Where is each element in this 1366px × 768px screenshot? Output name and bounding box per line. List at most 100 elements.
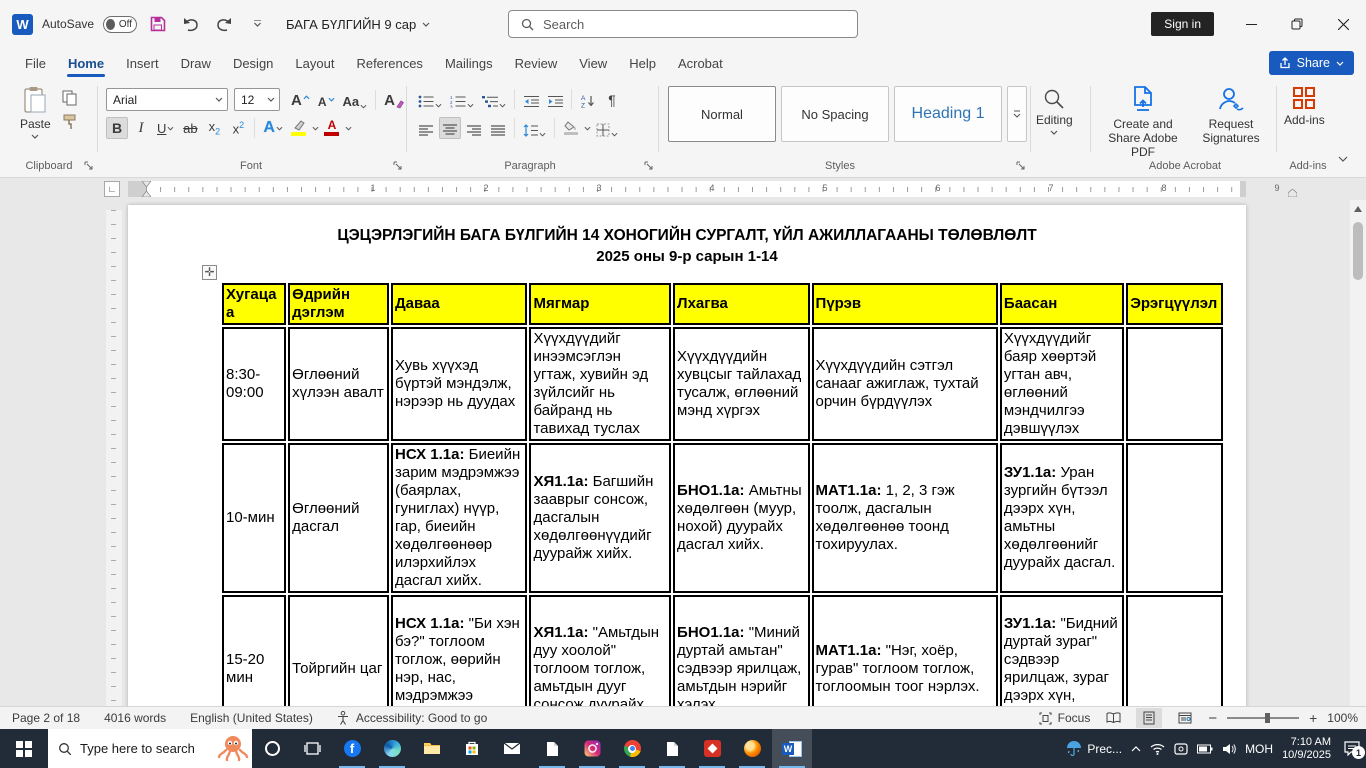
taskbar-search-input[interactable]: Type here to search (48, 729, 252, 768)
table-cell[interactable]: 15-20 мин (222, 595, 287, 706)
zoom-out-button[interactable]: − (1208, 710, 1217, 727)
language-indicator[interactable]: МОН (1245, 742, 1273, 756)
header-cell[interactable]: Эрэгцүүлэл (1126, 283, 1223, 325)
sort-button[interactable]: AZ (577, 88, 599, 110)
header-cell[interactable]: Хугацаа (222, 283, 287, 325)
tab-file[interactable]: File (14, 48, 57, 78)
share-button[interactable]: Share (1268, 51, 1354, 75)
font-color-button[interactable]: A (321, 117, 343, 139)
vertical-ruler[interactable] (106, 210, 122, 706)
table-cell[interactable]: НСХ 1.1а: "Би хэн бэ?" тоглоом тоглож, ө… (390, 595, 528, 706)
table-cell[interactable] (1126, 327, 1223, 441)
table-move-handle[interactable]: ✛ (202, 265, 217, 280)
page-indicator[interactable]: Page 2 of 18 (0, 711, 92, 725)
underline-button[interactable]: U (154, 117, 177, 139)
table-cell[interactable]: Тойргийн цаг (288, 595, 389, 706)
shading-button[interactable] (560, 117, 582, 139)
request-signatures-button[interactable]: Request Signatures (1192, 86, 1270, 145)
tab-mailings[interactable]: Mailings (434, 48, 504, 78)
numbering-button[interactable]: 123 (447, 88, 477, 110)
table-cell[interactable]: Хүүхдүүдийн сэтгэл санааг ажиглаж, тухта… (811, 327, 998, 441)
create-share-pdf-button[interactable]: Create and Share Adobe PDF (1100, 86, 1186, 159)
table-cell[interactable]: БНО1.1а: Амьтны хөдөлгөөн (муур, нохой) … (673, 443, 810, 593)
table-cell[interactable]: МАТ1.1а: 1, 2, 3 гэж тоолж, дасгалын хөд… (811, 443, 998, 593)
indent-marker[interactable] (142, 181, 151, 197)
save-button[interactable] (146, 12, 170, 36)
autosave-toggle[interactable]: Off (103, 15, 138, 33)
paste-button[interactable]: Paste (20, 86, 51, 139)
right-indent-marker[interactable] (1288, 189, 1297, 197)
undo-button[interactable] (179, 12, 203, 36)
ink-workspace-icon[interactable] (1174, 742, 1188, 755)
line-spacing-button[interactable] (520, 117, 549, 139)
taskbar-app-chrome[interactable] (612, 729, 652, 768)
task-view-button[interactable] (292, 729, 332, 768)
document-title[interactable]: БАГА БҮЛГИЙН 9 сар (286, 17, 430, 32)
scroll-up-arrow[interactable] (1354, 206, 1362, 212)
table-cell[interactable]: Хувь хүүхэд бүртэй мэндэлж, нэрээр нь ду… (390, 327, 528, 441)
addins-button[interactable]: Add-ins (1284, 86, 1325, 127)
text-effects-button[interactable]: A (260, 117, 286, 139)
taskbar-app-facebook[interactable]: f (332, 729, 372, 768)
vertical-scrollbar[interactable] (1350, 200, 1366, 706)
table-cell[interactable]: Хүүхдүүдийг инээмсэглэн угтаж, хувийн эд… (529, 327, 672, 441)
tab-references[interactable]: References (345, 48, 433, 78)
table-cell[interactable]: Хүүхдүүдийн хувцсыг тайлахад тусалж, өгл… (673, 327, 810, 441)
tab-selector[interactable]: ∟ (104, 181, 120, 197)
document-heading-line2[interactable]: 2025 оны 9-р сарын 1-14 (128, 248, 1246, 265)
style-no-spacing[interactable]: No Spacing (781, 86, 889, 142)
hidden-icons-chevron[interactable] (1131, 745, 1141, 752)
redo-button[interactable] (212, 12, 236, 36)
justify-button[interactable] (487, 117, 509, 139)
taskbar-app-instagram[interactable] (572, 729, 612, 768)
tab-acrobat[interactable]: Acrobat (667, 48, 734, 78)
taskbar-app-red-diamond[interactable] (692, 729, 732, 768)
header-cell[interactable]: Лхагва (673, 283, 810, 325)
superscript-button[interactable]: x2 (227, 117, 249, 139)
table-cell[interactable]: БНО1.1а: "Миний дуртай амьтан" сэдвээр я… (673, 595, 810, 706)
font-family-combobox[interactable]: Arial (106, 88, 228, 111)
copy-button[interactable] (62, 90, 78, 106)
taskbar-app-firefox[interactable] (732, 729, 772, 768)
format-painter-button[interactable] (62, 114, 78, 130)
tab-insert[interactable]: Insert (115, 48, 170, 78)
taskbar-app-mail[interactable] (492, 729, 532, 768)
close-button[interactable] (1320, 0, 1366, 48)
start-button[interactable] (0, 729, 48, 768)
tab-home[interactable]: Home (57, 48, 115, 78)
header-cell[interactable]: Мягмар (529, 283, 672, 325)
tab-layout[interactable]: Layout (284, 48, 345, 78)
read-mode-button[interactable] (1100, 708, 1126, 728)
styles-dialog-launcher[interactable] (1016, 161, 1026, 171)
language-indicator[interactable]: English (United States) (178, 711, 325, 725)
decrease-indent-button[interactable] (520, 88, 542, 110)
align-left-button[interactable] (415, 117, 437, 139)
tab-review[interactable]: Review (504, 48, 569, 78)
italic-button[interactable]: I (130, 117, 152, 139)
search-input[interactable]: Search (508, 10, 858, 38)
tab-draw[interactable]: Draw (170, 48, 222, 78)
table-cell[interactable]: МАТ1.1а: "Нэг, хоёр, гурав" тоглоом тогл… (811, 595, 998, 706)
sign-in-button[interactable]: Sign in (1151, 12, 1214, 36)
clear-formatting-button[interactable]: A (381, 89, 407, 111)
clock[interactable]: 7:10 AM 10/9/2025 (1282, 736, 1331, 762)
style-normal[interactable]: Normal (668, 86, 776, 142)
align-center-button[interactable] (439, 117, 461, 139)
taskbar-app-file-explorer[interactable] (412, 729, 452, 768)
paragraph-dialog-launcher[interactable] (644, 161, 654, 171)
table-cell[interactable]: ЗУ1.1а: Уран зургийн бүтээл дээрх хүн, а… (999, 443, 1125, 593)
table-cell[interactable]: ЗУ1.1а: "Бидний дуртай зураг" сэдвээр яр… (999, 595, 1125, 706)
header-cell[interactable]: Даваа (390, 283, 528, 325)
subscript-button[interactable]: x2 (203, 117, 225, 139)
text-highlight-button[interactable] (288, 117, 310, 139)
strikethrough-button[interactable]: ab (179, 117, 201, 139)
tab-view[interactable]: View (568, 48, 618, 78)
bold-button[interactable]: B (106, 117, 128, 139)
word-count[interactable]: 4016 words (92, 711, 178, 725)
multilevel-list-button[interactable] (479, 88, 509, 110)
web-layout-button[interactable] (1172, 708, 1198, 728)
tab-design[interactable]: Design (222, 48, 284, 78)
print-layout-button[interactable] (1136, 708, 1163, 728)
change-case-button[interactable]: Aa (340, 89, 371, 111)
table-cell[interactable]: 10-мин (222, 443, 287, 593)
